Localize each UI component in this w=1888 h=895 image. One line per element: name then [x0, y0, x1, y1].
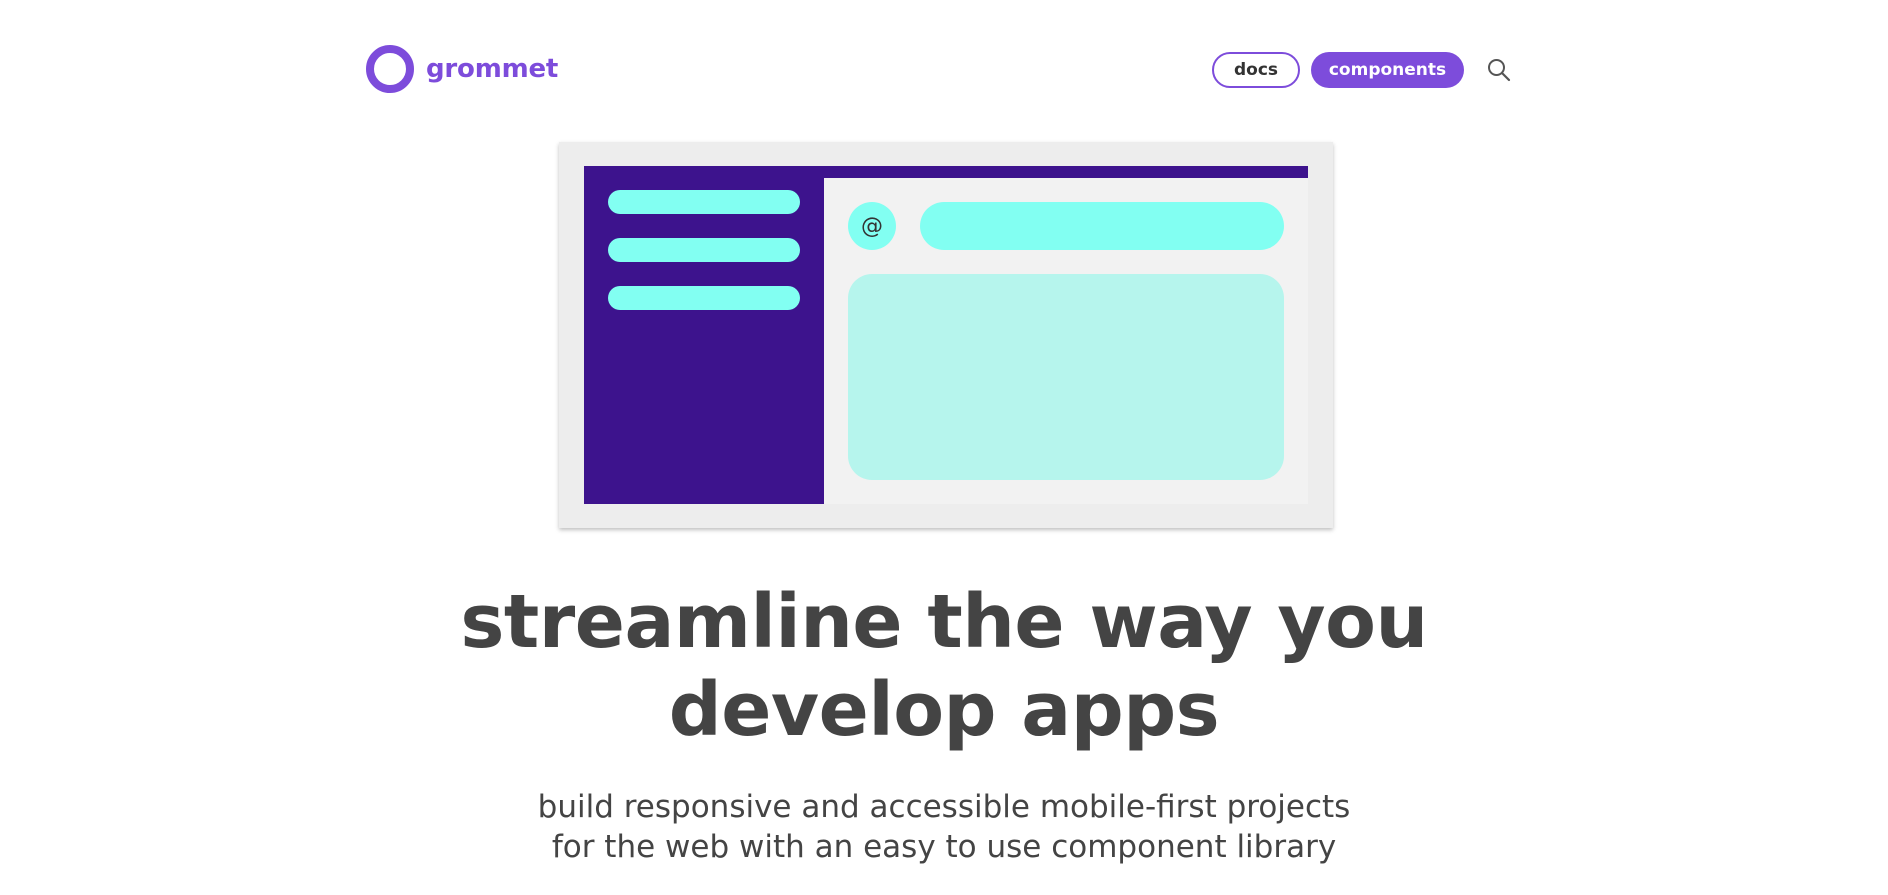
hero-illustration: @	[559, 142, 1333, 528]
illustration-sidebar-item	[608, 238, 800, 262]
illustration-main: @	[824, 178, 1308, 504]
illustration-sidebar-item	[608, 190, 800, 214]
search-button[interactable]	[1484, 55, 1514, 85]
illustration-card	[848, 274, 1284, 480]
page: grommet docs components @ streamline the…	[0, 0, 1888, 895]
hero-subtitle-line: build responsive and accessible mobile-f…	[537, 789, 1351, 825]
logo-link[interactable]: grommet	[366, 45, 558, 93]
illustration-sidebar-item	[608, 286, 800, 310]
hero-title-line: streamline the way you	[460, 579, 1428, 665]
illustration-sidebar	[584, 166, 824, 504]
search-icon	[1488, 59, 1511, 82]
hero-subtitle: build responsive and accessible mobile-f…	[0, 787, 1888, 867]
logo-text: grommet	[426, 54, 559, 84]
hero-title: streamline the way you develop apps	[0, 578, 1888, 754]
hero-title-line: develop apps	[668, 667, 1220, 753]
hero-subtitle-line: for the web with an easy to use componen…	[551, 829, 1337, 865]
docs-button[interactable]: docs	[1212, 52, 1300, 88]
illustration-topbar	[824, 166, 1308, 178]
grommet-logo-icon	[366, 45, 414, 93]
components-button[interactable]: components	[1311, 52, 1464, 88]
at-sign-icon: @	[848, 202, 896, 250]
illustration-searchbar	[920, 202, 1284, 250]
